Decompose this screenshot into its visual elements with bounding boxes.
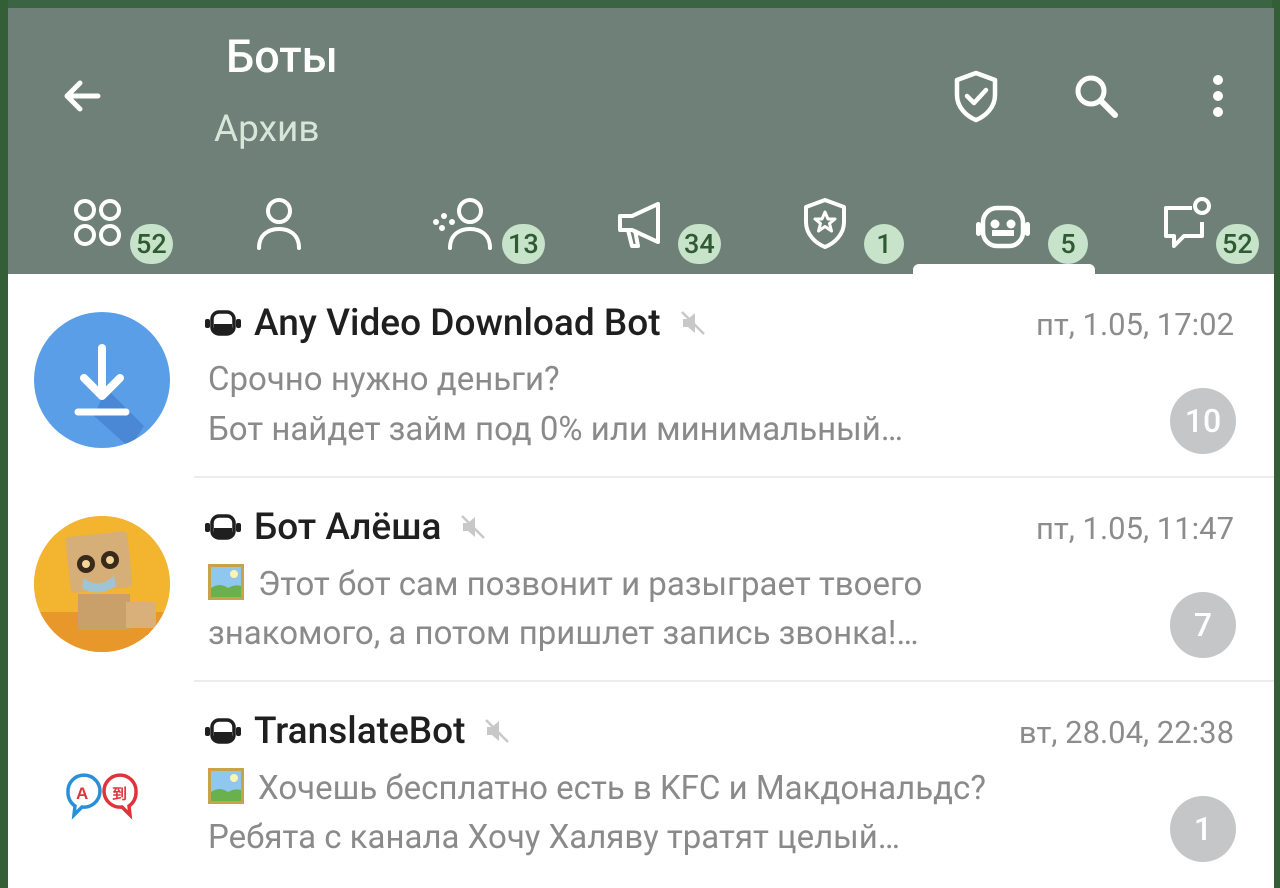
chat-preview-line2: Ребята с канала Хочу Халяву тратят целый… — [208, 818, 900, 857]
window-top-strip — [0, 0, 1280, 8]
bot-icon — [976, 205, 1030, 249]
groups-icon — [433, 198, 492, 250]
chat-time: пт, 1.05, 17:02 — [1035, 306, 1234, 343]
active-tab-indicator — [913, 264, 1095, 274]
tab-unread[interactable]: 52 — [1158, 188, 1274, 274]
all-chats-icon — [74, 199, 121, 246]
chat-preview-text: Хочешь бесплатно есть в KFC и Макдональд… — [258, 769, 986, 808]
search-icon — [1075, 75, 1118, 118]
shield-button[interactable] — [946, 66, 1006, 126]
back-button[interactable] — [52, 66, 112, 126]
more-vert-icon — [1213, 75, 1223, 117]
unread-count-badge: 10 — [1170, 388, 1236, 454]
tab-count-badge: 13 — [502, 224, 545, 264]
chat-time: вт, 28.04, 22:38 — [1018, 714, 1234, 751]
tab-count-badge: 5 — [1048, 224, 1088, 264]
robot-avatar — [34, 516, 170, 652]
menu-button[interactable] — [1188, 66, 1248, 126]
muted-icon — [485, 719, 510, 743]
app-header: Боты Архив 52 13 34 1 5 52 — [8, 8, 1274, 274]
chat-name: TranslateBot — [254, 709, 466, 753]
image-thumbnail-icon — [208, 768, 244, 804]
unread-count-badge: 1 — [1170, 796, 1236, 862]
download-avatar — [34, 312, 170, 448]
chat-preview-line2: Бот найдет займ под 0% или минимальный… — [208, 410, 903, 449]
person-icon — [257, 198, 301, 250]
tab-count-badge: 1 — [864, 224, 904, 264]
tab-all[interactable]: 52 — [72, 188, 192, 274]
chat-row[interactable]: Бот Алёша пт, 1.05, 11:47 Этот бот сам п… — [8, 478, 1274, 682]
left-edge — [0, 0, 8, 888]
chat-list: Any Video Download Bot пт, 1.05, 17:02 С… — [8, 274, 1274, 888]
svg-text:A: A — [76, 784, 88, 803]
tab-personal[interactable] — [254, 188, 314, 274]
unread-count-badge: 7 — [1170, 592, 1236, 658]
page-title: Боты — [226, 30, 338, 83]
chat-name: Any Video Download Bot — [254, 301, 661, 345]
chat-row[interactable]: A 到 TranslateBot вт, 28.04, 22:38 Хочешь… — [8, 682, 1274, 886]
chat-preview-text: Этот бот сам позвонит и разыграет твоего — [258, 565, 923, 604]
bot-icon — [205, 514, 241, 540]
tab-count-badge: 52 — [1216, 224, 1259, 264]
tab-channels[interactable]: 34 — [614, 188, 734, 274]
megaphone-icon — [618, 202, 660, 248]
bot-icon — [205, 718, 241, 744]
chat-bubble-dot-icon — [1164, 197, 1211, 248]
chat-name: Бот Алёша — [254, 505, 442, 549]
search-button[interactable] — [1066, 66, 1126, 126]
chat-row[interactable]: Any Video Download Bot пт, 1.05, 17:02 С… — [8, 274, 1274, 478]
chat-preview-line1: Хочешь бесплатно есть в KFC и Макдональд… — [208, 768, 986, 808]
chat-preview-line1: Срочно нужно деньги? — [208, 360, 560, 399]
shield-check-icon — [954, 70, 998, 123]
chat-preview-line2: знакомого, а потом пришлет запись звонка… — [208, 614, 919, 653]
image-thumbnail-icon — [208, 564, 244, 600]
chat-time: пт, 1.05, 11:47 — [1035, 510, 1234, 547]
tab-groups[interactable]: 13 — [428, 188, 548, 274]
bot-icon — [205, 310, 241, 336]
chat-preview-line1: Этот бот сам позвонит и разыграет твоего — [208, 564, 922, 604]
tab-count-badge: 34 — [678, 224, 721, 264]
svg-text:到: 到 — [112, 785, 127, 803]
folder-tabs: 52 13 34 1 5 52 — [8, 188, 1274, 274]
arrow-left-icon — [64, 80, 101, 112]
translate-avatar: A 到 — [34, 720, 170, 856]
tab-admin[interactable]: 1 — [800, 188, 920, 274]
shield-star-icon — [804, 198, 846, 249]
page-subtitle: Архив — [214, 108, 320, 151]
muted-icon — [461, 515, 486, 539]
tab-count-badge: 52 — [130, 224, 173, 264]
muted-icon — [680, 311, 705, 335]
tab-bots[interactable]: 5 — [972, 188, 1102, 274]
